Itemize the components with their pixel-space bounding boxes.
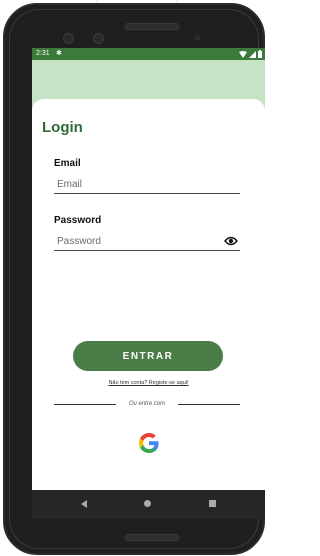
alt-login-divider: Ou entre com: [54, 399, 240, 409]
home-icon[interactable]: [144, 500, 151, 507]
email-field-wrapper: [54, 176, 240, 194]
email-label: Email: [54, 158, 81, 169]
front-camera-icon: [63, 33, 74, 44]
divider-line-right: [178, 404, 240, 405]
earpiece-speaker: [125, 23, 179, 30]
phone-screen: 2:31 ✱ Login Email Password: [32, 48, 265, 519]
page-canvas: 2:31 ✱ Login Email Password: [0, 0, 265, 556]
front-sensor-icon: [93, 33, 104, 44]
password-label: Password: [54, 215, 102, 226]
signup-link[interactable]: Não tem conta? Registe-se aqui!: [32, 380, 265, 386]
signal-icon: [249, 50, 256, 58]
eye-icon[interactable]: [224, 235, 238, 247]
status-bar: 2:31 ✱: [32, 48, 265, 60]
enter-button[interactable]: ENTRAR: [73, 341, 223, 371]
google-icon[interactable]: [137, 431, 161, 455]
back-icon[interactable]: [81, 500, 87, 508]
email-field[interactable]: [57, 176, 217, 192]
proximity-sensor: [195, 35, 201, 41]
battery-icon: [258, 50, 262, 58]
gear-icon: ✱: [56, 50, 62, 57]
system-nav-bar: [32, 490, 265, 519]
wifi-icon: [239, 50, 247, 58]
password-field-wrapper: [54, 233, 240, 251]
page-title: Login: [42, 119, 83, 136]
bottom-speaker: [125, 534, 179, 541]
password-field[interactable]: [57, 233, 217, 249]
login-card: Login Email Password ENTRAR Não tem cont…: [32, 99, 265, 519]
recents-icon[interactable]: [209, 500, 216, 507]
status-time: 2:31: [36, 50, 50, 57]
status-icons: [239, 50, 262, 58]
